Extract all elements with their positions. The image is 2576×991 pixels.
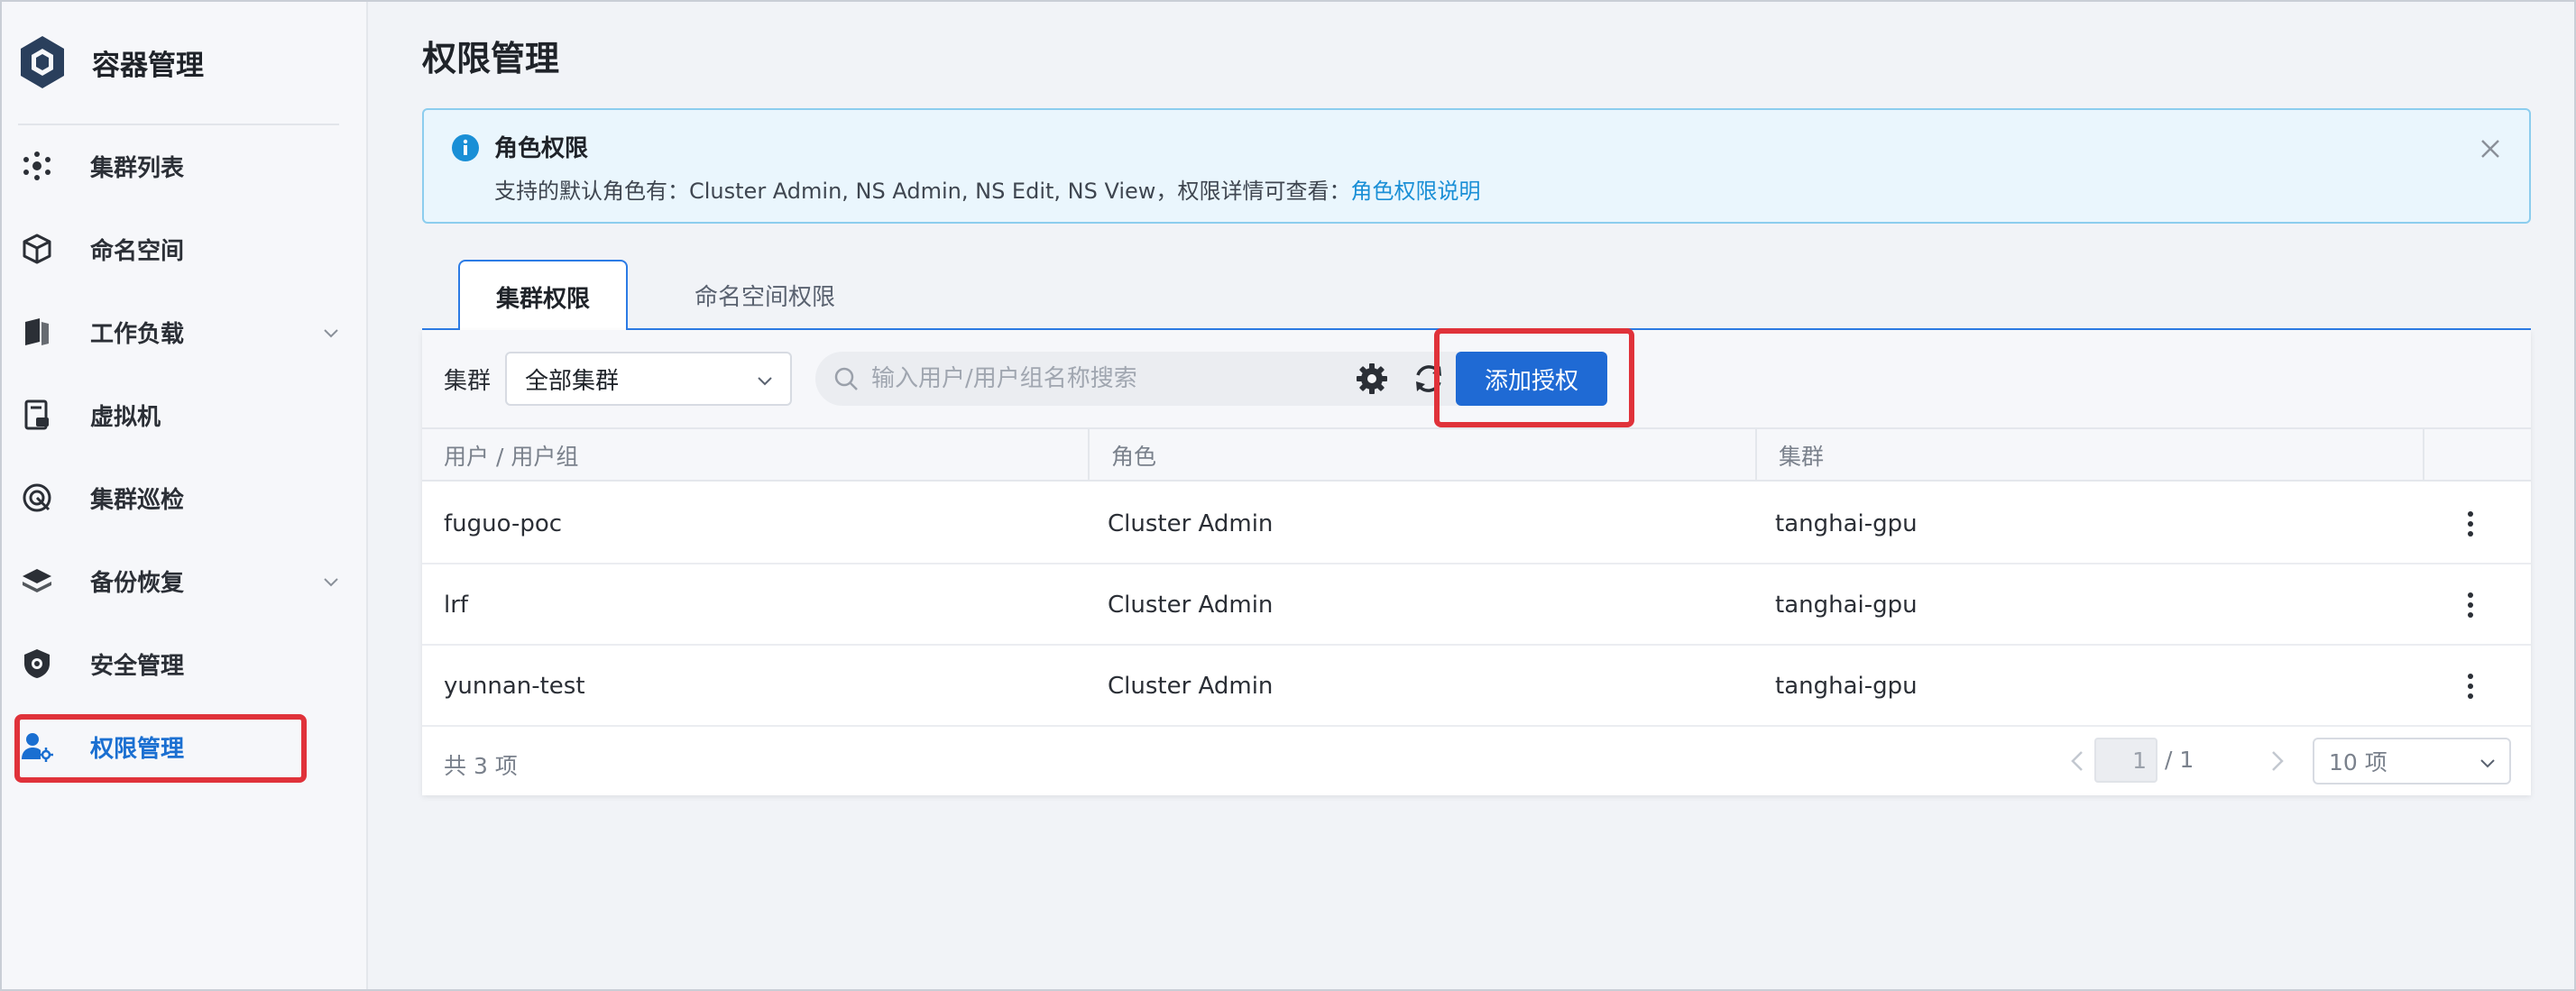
sidebar-item-label: 备份恢复: [90, 569, 185, 597]
cluster-select[interactable]: 全部集群: [505, 352, 792, 406]
cell-cluster: tanghai-gpu: [1775, 510, 1918, 537]
cluster-select-value: 全部集群: [525, 367, 620, 395]
info-alert: 角色权限 支持的默认角色有：Cluster Admin, NS Admin, N…: [422, 108, 2531, 224]
sidebar: 容器管理 集群列表 命名空间 工作负载 虚拟机 集群巡检 备份恢复 安全管理 权…: [0, 0, 368, 991]
column-header-user: 用户 / 用户组: [422, 429, 1090, 482]
column-header-role: 角色: [1090, 429, 1757, 482]
cell-user: fuguo-poc: [444, 510, 563, 537]
table-row: yunnan-test Cluster Admin tanghai-gpu: [422, 646, 2531, 727]
brand: 容器管理: [18, 34, 204, 90]
gear-icon[interactable]: [1355, 362, 1389, 396]
sidebar-item-namespaces[interactable]: 命名空间: [18, 215, 343, 283]
more-vertical-icon[interactable]: [2455, 509, 2486, 539]
sidebar-item-backup-restore[interactable]: 备份恢复: [18, 546, 343, 615]
sidebar-item-label: 虚拟机: [90, 403, 161, 431]
sidebar-item-label: 集群巡检: [90, 486, 185, 514]
shield-icon: [18, 645, 56, 683]
sidebar-item-security[interactable]: 安全管理: [18, 629, 343, 698]
role-permission-doc-link[interactable]: 角色权限说明: [1350, 179, 1480, 204]
app-logo-icon: [21, 36, 64, 88]
cell-cluster: tanghai-gpu: [1775, 673, 1918, 700]
cell-role: Cluster Admin: [1108, 510, 1274, 537]
table-footer: 共 3 项 1 / 1 10 项: [422, 725, 2531, 795]
alert-description: 支持的默认角色有：Cluster Admin, NS Admin, NS Edi…: [494, 179, 1351, 204]
cluster-icon: [18, 147, 56, 185]
cell-role: Cluster Admin: [1108, 673, 1274, 700]
close-icon[interactable]: [2479, 137, 2502, 161]
tool-icons: [1333, 330, 1450, 427]
tab-namespace-permissions[interactable]: 命名空间权限: [657, 260, 873, 330]
info-icon: [452, 134, 479, 161]
chevron-down-icon: [324, 329, 338, 338]
table-row: lrf Cluster Admin tanghai-gpu: [422, 564, 2531, 646]
table-row: fuguo-poc Cluster Admin tanghai-gpu: [422, 483, 2531, 564]
tab-cluster-permissions[interactable]: 集群权限: [458, 260, 628, 332]
page-total: / 1: [2165, 747, 2194, 773]
sidebar-item-label: 集群列表: [90, 154, 185, 182]
cell-user: yunnan-test: [444, 673, 585, 700]
backup-icon: [18, 562, 56, 600]
cube-icon: [18, 230, 56, 268]
column-header-cluster: 集群: [1757, 429, 2424, 482]
chevron-down-icon: [758, 377, 772, 386]
cell-user: lrf: [444, 592, 469, 619]
sidebar-item-label: 命名空间: [90, 237, 185, 265]
table-header: 用户 / 用户组 角色 集群: [422, 427, 2531, 482]
toolbar: 集群 全部集群 输入用户/用户组名称搜索 添加授权: [422, 328, 2531, 427]
column-header-actions: [2424, 429, 2531, 482]
total-count: 共 3 项: [444, 753, 518, 779]
chevron-left-icon[interactable]: [2064, 747, 2093, 775]
app-title: 容器管理: [92, 49, 204, 82]
more-vertical-icon[interactable]: [2455, 590, 2486, 620]
page-title: 权限管理: [422, 39, 560, 78]
search-icon: [834, 367, 858, 390]
sidebar-item-label: 工作负载: [90, 320, 185, 348]
sidebar-item-virtual-machines[interactable]: 虚拟机: [18, 381, 343, 449]
page-size-select[interactable]: 10 项: [2313, 738, 2511, 785]
more-vertical-icon[interactable]: [2455, 671, 2486, 702]
cell-role: Cluster Admin: [1108, 592, 1274, 619]
sidebar-item-label: 安全管理: [90, 652, 185, 680]
chevron-down-icon: [324, 578, 338, 587]
cell-cluster: tanghai-gpu: [1775, 592, 1918, 619]
cluster-filter-label: 集群: [444, 368, 492, 395]
sidebar-item-workloads[interactable]: 工作负载: [18, 298, 343, 366]
sidebar-item-cluster-inspection[interactable]: 集群巡检: [18, 463, 343, 532]
chevron-down-icon: [2480, 759, 2495, 768]
inspection-icon: [18, 479, 56, 517]
page-size-value: 10 项: [2329, 749, 2387, 775]
workload-icon: [18, 313, 56, 351]
sidebar-divider: [18, 124, 339, 125]
permissions-panel: 集群 全部集群 输入用户/用户组名称搜索 添加授权 用户 / 用户组 角色 集群…: [422, 328, 2531, 795]
vm-icon: [18, 396, 56, 434]
alert-title: 角色权限: [494, 135, 589, 162]
highlight-box-nav: [14, 714, 307, 783]
permission-tabs: 集群权限 命名空间权限: [422, 260, 2531, 332]
sidebar-item-cluster-list[interactable]: 集群列表: [18, 132, 343, 200]
alert-text: 支持的默认角色有：Cluster Admin, NS Admin, NS Edi…: [494, 173, 1480, 205]
chevron-right-icon[interactable]: [2262, 747, 2291, 775]
page-number-input[interactable]: 1: [2094, 738, 2157, 783]
add-authorization-button[interactable]: 添加授权: [1456, 352, 1607, 406]
